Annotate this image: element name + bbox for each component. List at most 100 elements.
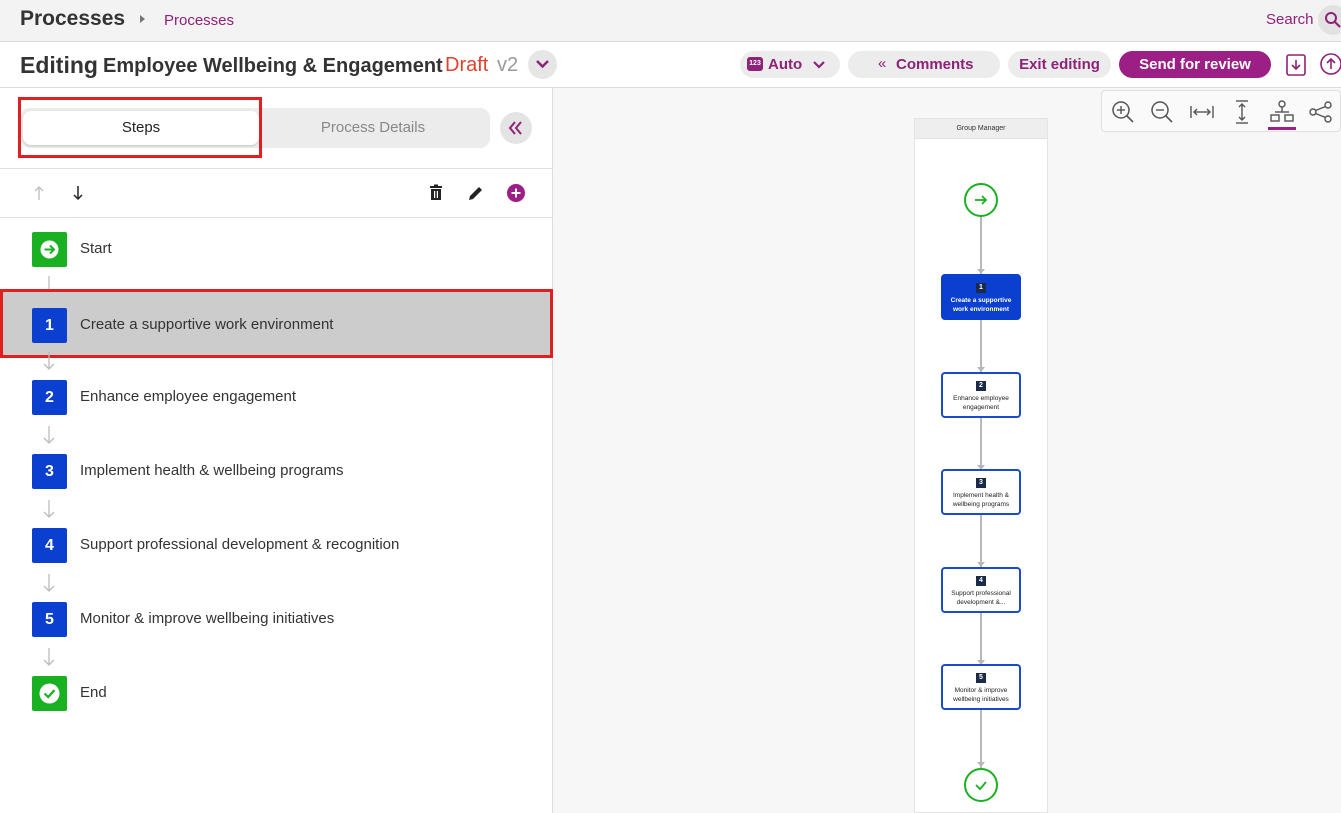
node-text: Create a supportive work environment bbox=[950, 297, 1012, 313]
comments-label: Comments bbox=[896, 56, 974, 73]
diagram-node-3[interactable]: 3 Implement health & wellbeing programs bbox=[941, 469, 1021, 515]
end-badge bbox=[32, 676, 67, 711]
diagram-node-5[interactable]: 5 Monitor & improve wellbeing initiative… bbox=[941, 664, 1021, 710]
search-button[interactable] bbox=[1318, 5, 1341, 35]
breadcrumb-processes[interactable]: Processes bbox=[164, 12, 234, 29]
step-start[interactable]: Start bbox=[0, 216, 553, 282]
auto-numbering-dropdown[interactable]: 123 Auto bbox=[740, 51, 840, 78]
editing-bar: Editing Employee Wellbeing & Engagement … bbox=[0, 42, 1341, 88]
step-number-badge: 5 bbox=[32, 602, 67, 637]
step-item-2[interactable]: 2 Enhance employee engagement bbox=[0, 364, 553, 430]
step-item-4[interactable]: 4 Support professional development & rec… bbox=[0, 512, 553, 578]
fit-width-icon bbox=[1190, 106, 1214, 118]
double-chevron-left-icon: « bbox=[878, 55, 887, 72]
step-label: Support professional development & recog… bbox=[80, 536, 400, 553]
node-number: 1 bbox=[976, 283, 986, 293]
step-item-3[interactable]: 3 Implement health & wellbeing programs bbox=[0, 438, 553, 504]
editing-label: Editing bbox=[20, 52, 98, 78]
flow-arrow-icon bbox=[977, 762, 985, 767]
arrow-up-icon bbox=[34, 185, 44, 200]
app-title: Processes bbox=[20, 7, 126, 30]
version-dropdown-button[interactable] bbox=[528, 50, 557, 79]
fit-width-button[interactable] bbox=[1189, 99, 1215, 125]
check-icon bbox=[975, 781, 987, 791]
diagram-node-2[interactable]: 2 Enhance employee engagement bbox=[941, 372, 1021, 418]
node-text: Enhance employee engagement bbox=[953, 395, 1009, 411]
diagram-node-4[interactable]: 4 Support professional development &... bbox=[941, 567, 1021, 613]
arrow-right-icon bbox=[975, 195, 988, 205]
vertical-layout-button[interactable] bbox=[1269, 99, 1295, 125]
plus-circle-icon bbox=[507, 184, 525, 202]
lane-header: Group Manager bbox=[915, 119, 1047, 139]
send-for-review-button[interactable]: Send for review bbox=[1119, 51, 1271, 78]
cloud-upload-icon bbox=[1320, 53, 1341, 75]
node-text: Monitor & improve wellbeing initiatives bbox=[953, 687, 1009, 703]
node-number: 3 bbox=[976, 478, 986, 488]
arrow-right-circle-icon bbox=[40, 240, 59, 259]
numbering-icon: 123 bbox=[747, 57, 763, 71]
double-chevron-left-icon bbox=[508, 121, 522, 135]
fit-height-icon bbox=[1236, 100, 1248, 124]
zoom-out-button[interactable] bbox=[1149, 99, 1175, 125]
step-item-5[interactable]: 5 Monitor & improve wellbeing initiative… bbox=[0, 586, 553, 652]
zoom-in-button[interactable] bbox=[1110, 99, 1136, 125]
zoom-out-icon bbox=[1151, 101, 1173, 123]
top-header: Processes Processes Search bbox=[0, 0, 1341, 42]
move-down-button[interactable] bbox=[68, 183, 88, 203]
fit-height-button[interactable] bbox=[1229, 99, 1255, 125]
step-number-badge: 1 bbox=[32, 308, 67, 343]
step-label: Create a supportive work environment bbox=[80, 316, 334, 333]
search-label[interactable]: Search bbox=[1266, 11, 1314, 28]
step-label: Start bbox=[80, 240, 112, 257]
search-icon bbox=[1325, 12, 1341, 28]
download-button[interactable] bbox=[1283, 52, 1309, 78]
status-badge: Draft bbox=[445, 54, 489, 76]
breadcrumb-separator-icon bbox=[140, 15, 145, 23]
delete-step-button[interactable] bbox=[426, 183, 446, 203]
chevron-down-icon bbox=[536, 60, 549, 69]
step-label: Monitor & improve wellbeing initiatives bbox=[80, 610, 335, 627]
share-nodes-icon bbox=[1309, 101, 1332, 123]
exit-editing-button[interactable]: Exit editing bbox=[1008, 51, 1111, 78]
start-badge bbox=[32, 232, 67, 267]
check-circle-icon bbox=[39, 683, 60, 704]
steps-panel: Steps Process Details Start 1 Create a s… bbox=[0, 88, 553, 813]
step-label: End bbox=[80, 684, 107, 701]
process-name: Employee Wellbeing & Engagement bbox=[103, 55, 443, 77]
pencil-icon bbox=[469, 187, 482, 200]
steps-toolbar bbox=[0, 169, 553, 218]
node-text: Support professional development &... bbox=[951, 590, 1011, 606]
node-number: 2 bbox=[976, 381, 986, 391]
publish-button[interactable] bbox=[1318, 52, 1341, 78]
move-up-button[interactable] bbox=[29, 183, 49, 203]
comments-button[interactable]: « Comments bbox=[848, 51, 1000, 78]
step-label: Implement health & wellbeing programs bbox=[80, 462, 344, 479]
node-text: Implement health & wellbeing programs bbox=[952, 492, 1010, 508]
diagram-start-node[interactable] bbox=[964, 183, 998, 217]
edit-step-button[interactable] bbox=[466, 183, 486, 203]
active-layout-indicator bbox=[1268, 127, 1296, 130]
step-end[interactable]: End bbox=[0, 660, 553, 726]
zoom-in-icon bbox=[1112, 101, 1134, 123]
diagram-node-1[interactable]: 1 Create a supportive work environment bbox=[941, 274, 1021, 320]
step-item-1[interactable]: 1 Create a supportive work environment bbox=[0, 289, 553, 358]
node-number: 4 bbox=[976, 576, 986, 586]
step-number-badge: 4 bbox=[32, 528, 67, 563]
horizontal-layout-button[interactable] bbox=[1308, 99, 1334, 125]
version-label: v2 bbox=[497, 54, 519, 76]
step-label: Enhance employee engagement bbox=[80, 388, 296, 405]
tab-process-details[interactable]: Process Details bbox=[256, 108, 490, 148]
node-number: 5 bbox=[976, 673, 986, 683]
org-chart-icon bbox=[1270, 100, 1294, 122]
diagram-end-node[interactable] bbox=[964, 768, 998, 802]
tab-highlight-box bbox=[18, 97, 262, 158]
add-step-button[interactable] bbox=[506, 183, 526, 203]
collapse-panel-button[interactable] bbox=[500, 112, 532, 144]
trash-icon bbox=[430, 184, 442, 200]
panel-tabs: Steps Process Details bbox=[0, 88, 553, 169]
arrow-down-icon bbox=[73, 186, 83, 201]
diagram-canvas[interactable]: Group Manager 1 Create a supportive work… bbox=[553, 88, 1341, 813]
step-number-badge: 2 bbox=[32, 380, 67, 415]
chevron-down-icon bbox=[813, 61, 825, 69]
step-number-badge: 3 bbox=[32, 454, 67, 489]
